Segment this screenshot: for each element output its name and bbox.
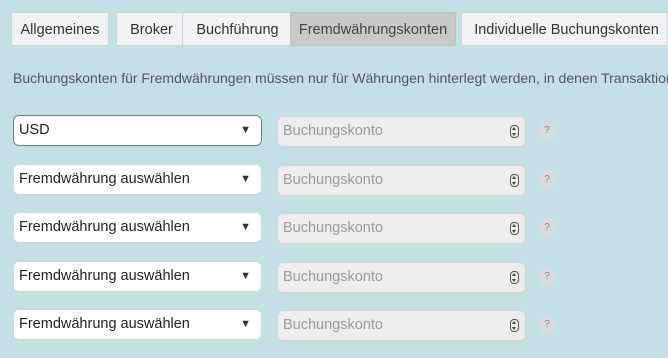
help-icon[interactable]: ? <box>538 122 556 140</box>
tab-fremdwaehrungskonten[interactable]: Fremdwährungskonten <box>290 12 456 46</box>
currency-select[interactable]: Fremdwährung auswählen ▼ <box>13 164 262 195</box>
currency-select[interactable]: Fremdwährung auswählen ▼ <box>13 261 262 292</box>
currency-row: USD ▼ Buchungskonto ? <box>13 115 558 147</box>
currency-select-value: Fremdwährung auswählen <box>19 316 190 332</box>
spinner-icon[interactable] <box>510 125 519 138</box>
account-placeholder: Buchungskonto <box>283 123 383 139</box>
settings-page: Allgemeines Broker Buchführung Fremdwähr… <box>0 0 668 358</box>
tab-allgemeines[interactable]: Allgemeines <box>11 12 109 46</box>
currency-select-value: Fremdwährung auswählen <box>19 268 190 284</box>
spinner-icon[interactable] <box>510 222 519 235</box>
currency-select[interactable]: Fremdwährung auswählen ▼ <box>13 212 262 243</box>
account-input[interactable]: Buchungskonto <box>277 165 526 196</box>
help-icon[interactable]: ? <box>538 316 556 334</box>
chevron-down-icon: ▼ <box>240 270 251 282</box>
account-placeholder: Buchungskonto <box>283 172 383 188</box>
account-placeholder: Buchungskonto <box>283 317 383 333</box>
chevron-down-icon: ▼ <box>240 221 251 233</box>
chevron-down-icon: ▼ <box>240 173 251 185</box>
tab-individuelle-buchungskonten[interactable]: Individuelle Buchungskonten <box>461 12 668 46</box>
spinner-icon[interactable] <box>510 174 519 187</box>
chevron-down-icon: ▼ <box>240 124 251 136</box>
account-input[interactable]: Buchungskonto <box>277 213 526 244</box>
chevron-down-icon: ▼ <box>240 318 251 330</box>
spinner-icon[interactable] <box>510 271 519 284</box>
tab-broker[interactable]: Broker <box>116 12 187 46</box>
spinner-icon[interactable] <box>510 319 519 332</box>
account-placeholder: Buchungskonto <box>283 269 383 285</box>
account-input[interactable]: Buchungskonto <box>277 116 526 147</box>
currency-row: Fremdwährung auswählen ▼ Buchungskonto ? <box>13 212 558 244</box>
help-icon[interactable]: ? <box>538 171 556 189</box>
currency-select-value: USD <box>19 122 50 138</box>
currency-select[interactable]: Fremdwährung auswählen ▼ <box>13 309 262 340</box>
account-input[interactable]: Buchungskonto <box>277 310 526 341</box>
currency-row: Fremdwährung auswählen ▼ Buchungskonto ? <box>13 164 558 196</box>
tab-buchfuehrung[interactable]: Buchführung <box>182 12 293 46</box>
account-input[interactable]: Buchungskonto <box>277 262 526 293</box>
help-icon[interactable]: ? <box>538 219 556 237</box>
help-icon[interactable]: ? <box>538 268 556 286</box>
currency-row: Fremdwährung auswählen ▼ Buchungskonto ? <box>13 309 558 341</box>
currency-select-value: Fremdwährung auswählen <box>19 219 190 235</box>
info-text: Buchungskonten für Fremdwährungen müssen… <box>13 70 668 86</box>
currency-select[interactable]: USD ▼ <box>13 115 262 146</box>
currency-row: Fremdwährung auswählen ▼ Buchungskonto ? <box>13 261 558 293</box>
currency-select-value: Fremdwährung auswählen <box>19 171 190 187</box>
account-placeholder: Buchungskonto <box>283 220 383 236</box>
